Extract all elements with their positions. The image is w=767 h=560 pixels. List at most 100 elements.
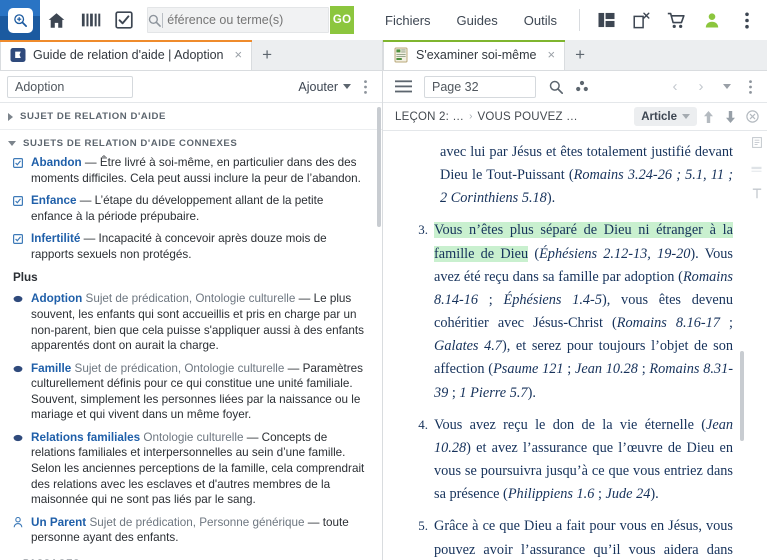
list-item[interactable]: Enfance — L’étape du développement allan… — [13, 193, 368, 224]
numbered-item-3: 3. Vous n’êtes plus séparé de Dieu ni ét… — [413, 219, 733, 404]
library-icon[interactable] — [74, 0, 108, 40]
entry-name[interactable]: Abandon — [31, 156, 82, 169]
panes-container: Guide de relation d'aide | Adoption × + … — [0, 39, 767, 560]
detach-window-glyph — [633, 12, 650, 28]
list-item[interactable]: Un Parent Sujet de prédication, Personne… — [13, 515, 368, 546]
toolbar-right-group — [570, 0, 767, 40]
left-subbar: Adoption Ajouter — [0, 71, 382, 103]
right-tabstrip: S'examiner soi-même × + — [383, 39, 767, 71]
preaching-topic-icon — [13, 430, 24, 508]
section-sujets-connexes[interactable]: SUJETS DE RELATION D'AIDE CONNEXES — [0, 130, 382, 153]
scripture-reference[interactable]: Éphésiens 2.12-13, 19-20 — [539, 246, 690, 262]
document-content[interactable]: avec lui par Jésus et êtes totalement ju… — [383, 131, 767, 560]
cart-icon[interactable] — [659, 0, 694, 40]
note-icon[interactable] — [751, 137, 762, 150]
scripture-reference[interactable]: Jean 10.28 — [575, 361, 638, 377]
breadcrumb-part-1[interactable]: LEÇON 2: … — [395, 111, 464, 123]
preaching-topic-glyph — [13, 434, 23, 441]
tab-close-icon[interactable]: × — [545, 46, 557, 63]
scripture-reference[interactable]: Jude 24 — [606, 486, 651, 502]
note-glyph — [751, 137, 762, 148]
entry-name[interactable]: Relations familiales — [31, 431, 140, 444]
list-item[interactable]: Adoption Sujet de prédication, Ontologie… — [13, 291, 368, 353]
article-selector[interactable]: Article — [634, 107, 697, 126]
highlight-icon[interactable] — [751, 163, 762, 175]
list-item[interactable]: Famille Sujet de prédication, Ontologie … — [13, 361, 368, 423]
entry-meta: Ontologie culturelle — [140, 430, 244, 444]
entry-name[interactable]: Enfance — [31, 194, 76, 207]
left-pane-scrollbar[interactable] — [377, 103, 382, 560]
list-item[interactable]: Infertilité — Incapacité à concevoir apr… — [13, 231, 368, 262]
scripture-reference[interactable]: Psaume 121 — [493, 361, 563, 377]
section-title: SUJET DE RELATION D'AIDE — [20, 111, 166, 122]
scripture-reference[interactable]: Romains 8.16-17 — [617, 315, 720, 331]
item-segments-4: Vous avez reçu le don de la vie éternell… — [434, 417, 733, 502]
hamburger-icon[interactable] — [390, 74, 416, 100]
prev-page-icon[interactable]: ‹ — [662, 74, 688, 100]
body-text: ; — [563, 361, 576, 378]
account-icon[interactable] — [694, 0, 729, 40]
entry-name[interactable]: Famille — [31, 362, 71, 375]
text-icon[interactable] — [752, 188, 762, 201]
next-page-icon[interactable]: › — [688, 74, 714, 100]
search-glyph — [549, 80, 563, 94]
detach-window-icon[interactable] — [624, 0, 659, 40]
list-item-text: Infertilité — Incapacité à concevoir apr… — [31, 231, 368, 262]
search-box[interactable] — [147, 7, 330, 33]
list-item-text: Enfance — L’étape du développement allan… — [31, 193, 368, 224]
close-circle-icon[interactable] — [741, 106, 763, 128]
visual-filters-icon[interactable] — [569, 74, 595, 100]
home-glyph — [49, 12, 65, 28]
arrow-up-icon[interactable] — [697, 106, 719, 128]
left-panel-menu-icon[interactable] — [355, 79, 375, 94]
list-item[interactable]: Relations familiales Ontologie culturell… — [13, 430, 368, 508]
section-passages[interactable]: PASSAGES — [0, 553, 382, 560]
app-logo[interactable] — [0, 0, 40, 40]
search-input[interactable] — [162, 13, 329, 27]
entry-name[interactable]: Infertilité — [31, 232, 80, 245]
scripture-reference[interactable]: Philippiens 1.6 — [508, 486, 595, 502]
right-panel-menu-icon[interactable] — [740, 79, 760, 94]
add-button[interactable]: Ajouter — [298, 80, 355, 94]
menu-guides[interactable]: Guides — [444, 13, 511, 28]
scripture-reference[interactable]: 1 Pierre 5.7 — [459, 385, 527, 401]
tab-sexaminer-soi-meme[interactable]: S'examiner soi-même × — [383, 39, 566, 70]
menu-fichiers[interactable]: Fichiers — [372, 13, 444, 28]
topic-field[interactable]: Adoption — [7, 75, 133, 98]
plus-label[interactable]: Plus — [13, 271, 368, 284]
arrow-down-glyph — [725, 110, 735, 123]
tab-close-icon[interactable]: × — [233, 46, 245, 63]
history-dropdown-icon[interactable] — [714, 74, 740, 100]
scripture-reference[interactable]: Galates 4.7 — [434, 338, 502, 354]
right-pane-scrollbar[interactable] — [740, 131, 745, 560]
more-vertical-icon[interactable] — [729, 0, 764, 40]
menu-outils[interactable]: Outils — [511, 13, 570, 28]
right-subbar: Page 32 ‹ › — [383, 71, 767, 103]
search-icon[interactable] — [543, 74, 569, 100]
left-pane-body[interactable]: SUJET DE RELATION D'AIDE SUJETS DE RELAT… — [0, 103, 382, 560]
checklist-icon[interactable] — [108, 0, 142, 40]
item-number: 4. — [418, 416, 428, 432]
item-number: 5. — [418, 518, 428, 534]
list-item[interactable]: Abandon — Être livré à soi-même, en part… — [13, 155, 368, 186]
scripture-reference[interactable]: Éphésiens 1.4-5 — [504, 292, 602, 308]
section-sujet-de-relation-daide[interactable]: SUJET DE RELATION D'AIDE — [0, 103, 382, 130]
layout-columns-icon[interactable] — [589, 0, 624, 40]
page-field[interactable]: Page 32 — [424, 75, 536, 98]
arrow-down-icon[interactable] — [719, 106, 741, 128]
intro-tail: ). — [546, 190, 556, 207]
breadcrumb-bar: LEÇON 2: … › VOUS POUVEZ … Article — [383, 103, 767, 131]
entry-name[interactable]: Un Parent — [31, 516, 86, 529]
body-text: ; — [478, 291, 504, 308]
search-go-button[interactable]: GO — [330, 6, 355, 34]
home-icon[interactable] — [40, 0, 74, 40]
new-tab-button[interactable]: + — [252, 39, 282, 70]
scroll-thumb[interactable] — [377, 107, 381, 227]
body-text: ). — [650, 486, 659, 503]
entry-name[interactable]: Adoption — [31, 292, 82, 305]
scroll-thumb[interactable] — [740, 351, 744, 441]
breadcrumb-part-2[interactable]: VOUS POUVEZ … — [477, 111, 577, 123]
tab-guide-relation-aide[interactable]: Guide de relation d'aide | Adoption × — [0, 39, 253, 70]
new-tab-button[interactable]: + — [565, 39, 595, 70]
right-subbar-actions: ‹ › — [662, 74, 760, 100]
